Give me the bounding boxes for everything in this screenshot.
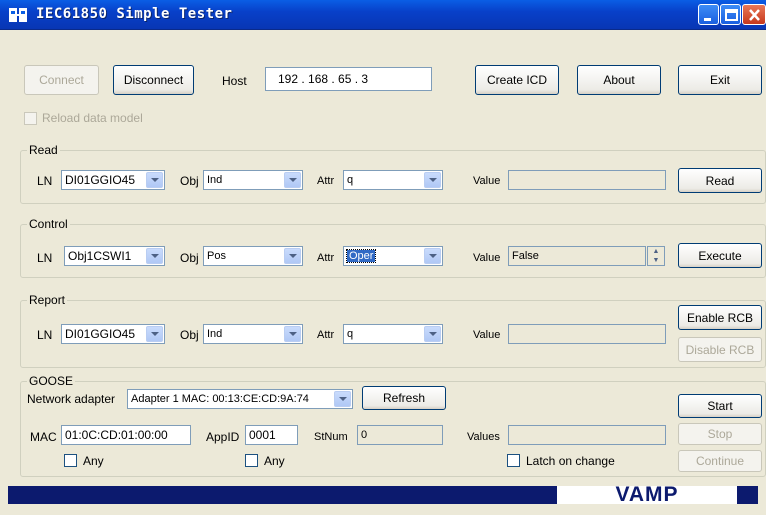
control-obj-dropdown[interactable]: Pos bbox=[203, 246, 303, 266]
goose-stop-button[interactable]: Stop bbox=[678, 423, 762, 445]
latch-on-change-checkbox[interactable] bbox=[507, 454, 520, 467]
report-ln-dropdown[interactable]: DI01GGIO45 bbox=[61, 324, 165, 344]
control-ln-dropdown[interactable]: Obj1CSWI1 bbox=[64, 246, 165, 266]
control-ln-value: Obj1CSWI1 bbox=[68, 249, 132, 263]
control-attr-label: Attr bbox=[317, 252, 335, 264]
goose-continue-button[interactable]: Continue bbox=[678, 450, 762, 472]
stnum-label: StNum bbox=[314, 431, 348, 443]
chevron-down-icon bbox=[424, 248, 441, 264]
latch-on-change-label: Latch on change bbox=[526, 454, 615, 468]
mac-label: MAC bbox=[30, 430, 57, 444]
read-obj-label: Obj bbox=[180, 174, 199, 188]
host-label: Host bbox=[222, 74, 247, 88]
maximize-icon bbox=[725, 9, 738, 21]
refresh-button[interactable]: Refresh bbox=[362, 386, 446, 410]
reload-data-model-checkbox[interactable] bbox=[24, 112, 37, 125]
read-ln-dropdown[interactable]: DI01GGIO45 bbox=[61, 170, 165, 190]
host-ip-input[interactable]: 192 . 168 . 65 . 3 bbox=[265, 67, 432, 91]
minimize-icon bbox=[704, 18, 711, 21]
chevron-down-icon bbox=[424, 326, 441, 342]
chevron-down-icon bbox=[284, 326, 301, 342]
report-obj-label: Obj bbox=[180, 328, 199, 342]
read-ln-label: LN bbox=[37, 174, 53, 188]
values-label: Values bbox=[467, 431, 500, 443]
any-appid-checkbox[interactable] bbox=[245, 454, 258, 467]
control-value-field[interactable]: False bbox=[508, 246, 646, 266]
control-group-title: Control bbox=[27, 217, 70, 231]
create-icd-button[interactable]: Create ICD bbox=[475, 65, 559, 95]
control-value-spinner[interactable]: ▲ ▼ bbox=[647, 246, 665, 266]
app-icon bbox=[8, 6, 28, 24]
read-obj-value: Ind bbox=[207, 174, 223, 186]
disable-rcb-button[interactable]: Disable RCB bbox=[678, 337, 762, 362]
control-obj-label: Obj bbox=[180, 251, 199, 265]
chevron-down-icon bbox=[334, 391, 351, 407]
read-attr-value: q bbox=[347, 174, 354, 186]
control-attr-dropdown[interactable]: Oper bbox=[343, 246, 443, 266]
report-attr-value: q bbox=[347, 328, 354, 340]
execute-button[interactable]: Execute bbox=[678, 243, 762, 268]
report-attr-dropdown[interactable]: q bbox=[343, 324, 443, 344]
report-ln-value: DI01GGIO45 bbox=[65, 327, 136, 341]
control-value-label: Value bbox=[473, 252, 501, 264]
enable-rcb-button[interactable]: Enable RCB bbox=[678, 305, 762, 330]
appid-input[interactable]: 0001 bbox=[245, 425, 298, 445]
minimize-button[interactable] bbox=[698, 4, 719, 25]
chevron-down-icon bbox=[146, 326, 163, 342]
chevron-down-icon bbox=[424, 172, 441, 188]
any-mac-checkbox[interactable] bbox=[64, 454, 77, 467]
connect-button[interactable]: Connect bbox=[24, 65, 99, 95]
report-value-field bbox=[508, 324, 666, 344]
goose-start-button[interactable]: Start bbox=[678, 394, 762, 418]
read-obj-dropdown[interactable]: Ind bbox=[203, 170, 303, 190]
chevron-down-icon bbox=[284, 172, 301, 188]
chevron-down-icon bbox=[146, 248, 163, 264]
any-mac-label: Any bbox=[83, 454, 104, 468]
report-obj-value: Ind bbox=[207, 328, 223, 340]
spin-down-icon[interactable]: ▼ bbox=[648, 256, 664, 265]
control-obj-value: Pos bbox=[207, 250, 226, 262]
stnum-field: 0 bbox=[357, 425, 443, 445]
read-value-label: Value bbox=[473, 175, 501, 187]
control-ln-label: LN bbox=[37, 251, 53, 265]
network-adapter-dropdown[interactable]: Adapter 1 MAC: 00:13:CE:CD:9A:74 bbox=[127, 389, 353, 409]
report-group-title: Report bbox=[27, 293, 68, 307]
close-icon bbox=[749, 9, 760, 21]
mac-input[interactable]: 01:0C:CD:01:00:00 bbox=[61, 425, 191, 445]
values-field bbox=[508, 425, 666, 445]
chevron-down-icon bbox=[146, 172, 163, 188]
any-appid-label: Any bbox=[264, 454, 285, 468]
exit-button[interactable]: Exit bbox=[678, 65, 762, 95]
network-adapter-label: Network adapter bbox=[27, 392, 116, 406]
read-attr-label: Attr bbox=[317, 175, 335, 187]
read-group-title: Read bbox=[27, 143, 60, 157]
window-title: IEC61850 Simple Tester bbox=[36, 6, 233, 22]
about-button[interactable]: About bbox=[577, 65, 661, 95]
report-ln-label: LN bbox=[37, 328, 53, 342]
spin-up-icon[interactable]: ▲ bbox=[648, 247, 664, 256]
chevron-down-icon bbox=[284, 248, 301, 264]
network-adapter-value: Adapter 1 MAC: 00:13:CE:CD:9A:74 bbox=[131, 393, 309, 405]
read-attr-dropdown[interactable]: q bbox=[343, 170, 443, 190]
disconnect-button[interactable]: Disconnect bbox=[113, 65, 194, 95]
appid-label: AppID bbox=[206, 430, 240, 444]
read-button[interactable]: Read bbox=[678, 168, 762, 193]
report-obj-dropdown[interactable]: Ind bbox=[203, 324, 303, 344]
report-value-label: Value bbox=[473, 329, 501, 341]
read-value-field bbox=[508, 170, 666, 190]
read-ln-value: DI01GGIO45 bbox=[65, 173, 136, 187]
maximize-button[interactable] bbox=[720, 4, 741, 25]
vamp-logo: VAMP bbox=[557, 484, 737, 505]
control-attr-value: Oper bbox=[345, 249, 377, 263]
goose-group-title: GOOSE bbox=[27, 374, 76, 388]
report-attr-label: Attr bbox=[317, 329, 335, 341]
reload-data-model-label: Reload data model bbox=[42, 111, 143, 125]
close-button[interactable] bbox=[742, 4, 766, 25]
